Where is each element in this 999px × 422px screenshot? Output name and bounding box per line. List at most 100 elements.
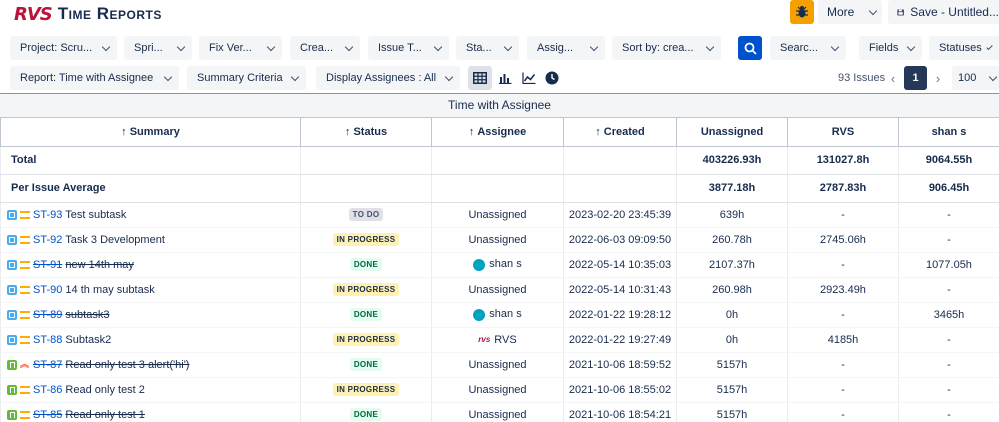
assignee-name: Unassigned [468, 233, 527, 246]
search-icon [744, 42, 757, 55]
assignee-cell: Unassigned [431, 277, 564, 303]
issue-type-filter[interactable]: Issue T... [368, 36, 449, 60]
issues-count: 93 Issues [838, 72, 886, 84]
sort-arrow-icon: ↑ [595, 125, 604, 138]
subtask-icon [7, 309, 17, 320]
rvs-cell: - [787, 352, 899, 378]
issue-summary[interactable]: Test subtask [65, 209, 126, 221]
summary-cell: ST-90 14 th may subtask [0, 277, 301, 303]
shan-cell: - [898, 277, 999, 303]
status-filter[interactable]: Sta... [456, 36, 519, 60]
more-button[interactable]: More [818, 0, 882, 24]
page-size-dropdown[interactable]: 100 [952, 66, 999, 90]
report-bug-button[interactable] [790, 0, 814, 24]
timeline-view-button[interactable] [540, 66, 564, 90]
status-badge: TO DO [348, 208, 384, 221]
issue-summary[interactable]: new 14th may [65, 259, 133, 271]
display-assignees-dropdown[interactable]: Display Assignees : All [316, 66, 460, 90]
sort-by-dropdown[interactable]: Sort by: crea... [612, 36, 721, 60]
assignee-cell: Unassigned [431, 377, 564, 403]
total-shan: 9064.55h [898, 146, 999, 175]
save-button[interactable]: Save - Untitled... [888, 0, 999, 24]
more-label: More [827, 5, 855, 19]
created-cell: 2023-02-20 23:45:39 [563, 202, 677, 228]
priority-medium-icon [20, 210, 30, 219]
average-row: Per Issue Average 3877.18h 2787.83h 906.… [0, 174, 999, 203]
issue-key-link[interactable]: ST-90 [33, 284, 62, 296]
chevron-down-icon [989, 72, 998, 81]
created-filter-label: Crea... [300, 42, 334, 54]
created-cell: 2021-10-06 18:54:21 [563, 402, 677, 422]
search-button[interactable] [738, 36, 762, 60]
summary-cell: ST-85 Read only test 1 [0, 402, 301, 422]
line-chart-view-button[interactable] [517, 66, 541, 90]
previous-page-button[interactable]: ‹ [886, 66, 900, 90]
summary-criteria-dropdown[interactable]: Summary Criteria [187, 66, 306, 90]
created-cell: 2022-05-14 10:35:03 [563, 252, 677, 278]
assignee-cell: Unassigned [431, 402, 564, 422]
assignee-name: Unassigned [468, 358, 527, 371]
priority-medium-icon [20, 410, 30, 419]
issue-key-link[interactable]: ST-88 [33, 334, 62, 346]
total-assignee-cell [431, 146, 564, 175]
assignee-name: shan s [489, 258, 522, 271]
rvs-cell: - [787, 252, 899, 278]
issue-summary[interactable]: Subtask2 [65, 334, 111, 346]
story-icon [7, 359, 17, 370]
assignee-column-header[interactable]: ↑ Assignee [431, 118, 564, 147]
subtask-icon [7, 234, 17, 245]
issue-summary[interactable]: Read only test 3 alert('hi') [65, 359, 189, 371]
report-type-dropdown[interactable]: Report: Time with Assignee [10, 66, 179, 90]
summary-column-header[interactable]: ↑ Summary [0, 118, 301, 147]
status-column-header[interactable]: ↑ Status [300, 118, 432, 147]
table-view-button[interactable] [468, 66, 492, 90]
assignee-name: Unassigned [468, 408, 527, 421]
chevron-down-icon [705, 42, 715, 51]
status-badge: DONE [349, 358, 383, 371]
assignee-name: RVS [494, 333, 517, 346]
subtask-icon [7, 209, 17, 220]
created-cell: 2021-10-06 18:59:52 [563, 352, 677, 378]
assignee-filter[interactable]: Assig... [527, 36, 605, 60]
unassigned-cell: 0h [676, 302, 788, 328]
issue-key-link[interactable]: ST-85 [33, 409, 62, 421]
summary-cell: ︽ ST-87 Read only test 3 alert('hi') [0, 352, 301, 378]
issue-key-link[interactable]: ST-89 [33, 309, 62, 321]
issue-summary[interactable]: Task 3 Development [65, 234, 165, 246]
issue-key-link[interactable]: ST-87 [33, 359, 62, 371]
table-header-row: ↑ Summary ↑ Status ↑ Assignee ↑ Created … [0, 118, 999, 147]
summary-cell: ST-91 new 14th may [0, 252, 301, 278]
current-page-button[interactable]: 1 [904, 66, 927, 90]
created-cell: 2021-10-06 18:55:02 [563, 377, 677, 403]
priority-medium-icon [20, 310, 30, 319]
unassigned-header-label: Unassigned [700, 125, 764, 138]
chevron-down-icon [986, 43, 993, 50]
issue-key-link[interactable]: ST-86 [33, 384, 62, 396]
issue-key-link[interactable]: ST-91 [33, 259, 62, 271]
issue-key-link[interactable]: ST-93 [33, 209, 62, 221]
status-cell: DONE [300, 302, 432, 328]
table-row: ST-90 14 th may subtask IN PROGRESS Unassi… [0, 277, 999, 303]
assignee-cell: rvs RVS [431, 327, 564, 353]
search-filter[interactable]: Searc... [770, 36, 846, 60]
statuses-dropdown[interactable]: Statuses [929, 36, 999, 60]
project-filter[interactable]: Project: Scru... [10, 36, 117, 60]
fix-version-filter[interactable]: Fix Ver... [199, 36, 282, 60]
issue-summary[interactable]: 14 th may subtask [65, 284, 154, 296]
issue-summary[interactable]: subtask3 [65, 309, 109, 321]
total-status-cell [300, 146, 432, 175]
summary-criteria-label: Summary Criteria [197, 72, 283, 84]
sprint-filter[interactable]: Spri... [124, 36, 192, 60]
issue-key-link[interactable]: ST-92 [33, 234, 62, 246]
bar-chart-view-button[interactable] [493, 66, 517, 90]
created-filter[interactable]: Crea... [290, 36, 360, 60]
table-row: ST-85 Read only test 1 DONE Unassigned 2021… [0, 402, 999, 422]
table-row: ST-89 subtask3 DONE shan s 2022-01-22 19:28… [0, 302, 999, 328]
issue-summary[interactable]: Read only test 1 [65, 409, 145, 421]
chevron-down-icon [290, 72, 300, 81]
created-column-header[interactable]: ↑ Created [563, 118, 677, 147]
created-cell: 2022-05-14 10:31:43 [563, 277, 677, 303]
next-page-button[interactable]: › [931, 66, 945, 90]
fields-dropdown[interactable]: Fields [859, 36, 922, 60]
issue-summary[interactable]: Read only test 2 [65, 384, 145, 396]
